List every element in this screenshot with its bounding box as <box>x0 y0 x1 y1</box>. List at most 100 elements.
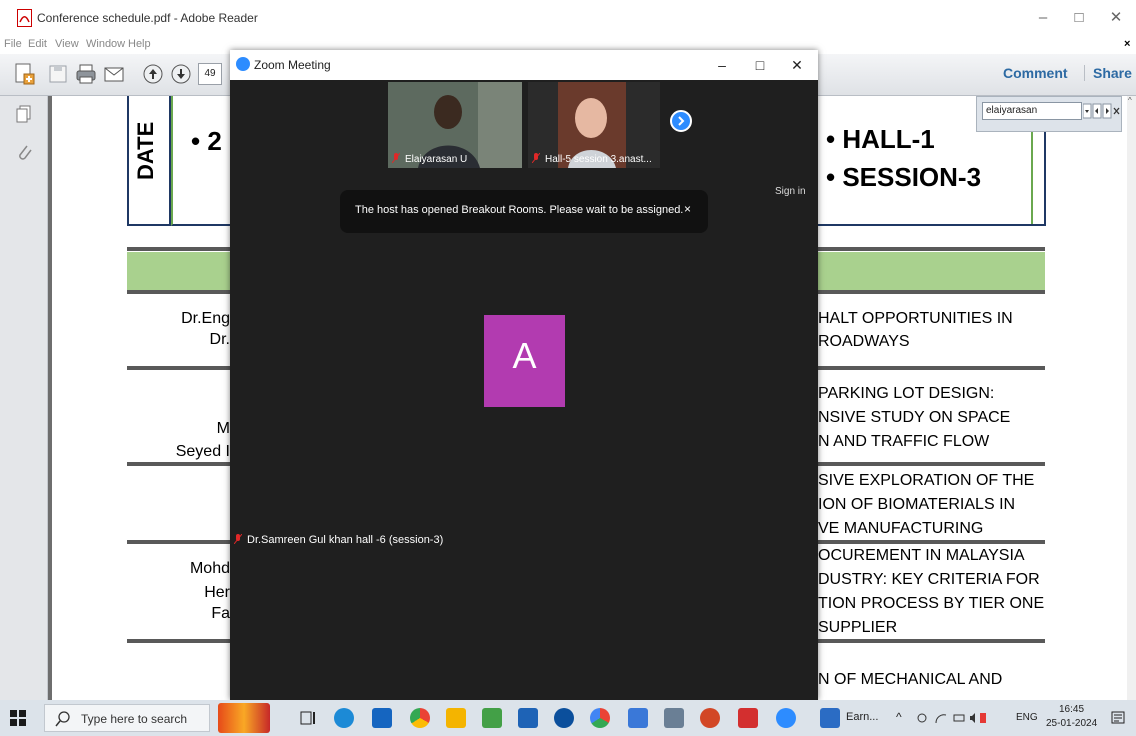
close-button[interactable]: ✕ <box>1099 6 1133 30</box>
zoom-logo-icon <box>236 57 250 71</box>
notifications-icon[interactable] <box>1110 710 1126 726</box>
menu-file[interactable]: File <box>4 38 22 50</box>
table-cell: OCUREMENT IN MALAYSIA <box>818 547 1025 564</box>
windows-start-icon[interactable] <box>8 708 28 728</box>
muted-mic-icon <box>234 534 242 544</box>
notification-close-icon[interactable]: × <box>684 202 691 216</box>
table-cell: ION OF BIOMATERIALS IN <box>818 496 1016 513</box>
menu-edit[interactable]: Edit <box>28 38 47 50</box>
paint-app-icon[interactable] <box>664 708 684 728</box>
language-indicator[interactable]: ENG <box>1016 712 1038 723</box>
menu-help[interactable]: Help <box>128 38 151 50</box>
table-cell: Seyed I <box>175 443 230 460</box>
breakout-rooms-notification: The host has opened Breakout Rooms. Plea… <box>340 190 708 233</box>
navigation-pane <box>0 96 48 700</box>
photos-app-icon[interactable] <box>628 708 648 728</box>
table-cell: SIVE EXPLORATION OF THE <box>818 472 1035 489</box>
document-app-icon[interactable] <box>820 708 840 728</box>
table-cell: Mohd <box>189 560 230 577</box>
table-cell: M <box>216 420 230 437</box>
task-view-icon[interactable] <box>298 708 318 728</box>
table-cell: ROADWAYS <box>818 333 910 350</box>
zoom-maximize-button[interactable]: □ <box>743 54 777 76</box>
mail-icon[interactable] <box>372 708 392 728</box>
file-explorer-icon[interactable] <box>446 708 466 728</box>
attachments-icon[interactable] <box>14 142 34 164</box>
search-highlight-icon[interactable] <box>218 703 270 733</box>
table-cell: NSIVE STUDY ON SPACE <box>818 409 1011 426</box>
chart-app-icon[interactable] <box>482 708 502 728</box>
participant-video[interactable]: Hall-5 session 3.anast... <box>528 82 660 168</box>
notification-text: The host has opened Breakout Rooms. Plea… <box>355 204 684 216</box>
save-icon[interactable] <box>46 62 70 86</box>
print-icon[interactable] <box>74 62 98 86</box>
table-cell: HALT OPPORTUNITIES IN <box>818 310 1013 327</box>
table-cell: Dr. <box>209 331 230 348</box>
maximize-button[interactable]: □ <box>1062 6 1096 30</box>
taskbar-window-label[interactable]: Earn... <box>846 711 878 723</box>
muted-mic-icon <box>532 153 540 163</box>
reader-titlebar: Conference schedule.pdf - Adobe Reader –… <box>0 0 1136 36</box>
menu-window[interactable]: Window <box>86 38 125 50</box>
table-cell: N AND TRAFFIC FLOW <box>818 433 990 450</box>
table-cell: Fa <box>211 605 230 622</box>
close-document-icon[interactable]: × <box>1124 38 1130 50</box>
powerpoint-icon[interactable] <box>700 708 720 728</box>
minimize-button[interactable]: – <box>1026 6 1060 30</box>
chevron-right-icon <box>678 116 685 126</box>
zoom-close-button[interactable]: ✕ <box>780 54 814 76</box>
page-thumbnails-icon[interactable] <box>14 104 34 124</box>
zoom-meeting-window: Zoom Meeting – □ ✕ Elaiyarasan U Hall-5 … <box>230 50 818 700</box>
previous-page-icon[interactable] <box>141 62 165 86</box>
browser-app-icon[interactable] <box>590 708 610 728</box>
dx-app-icon[interactable] <box>518 708 538 728</box>
zoom-titlebar: Zoom Meeting – □ ✕ <box>230 50 818 80</box>
pdf-file-icon <box>17 9 32 27</box>
table-cell: PARKING LOT DESIGN: <box>818 385 995 402</box>
participant-video[interactable]: Elaiyarasan U <box>388 82 522 168</box>
find-toolbar: elaiyarasan <box>976 96 1122 132</box>
scroll-up-icon[interactable]: ^ <box>1128 96 1135 105</box>
table-cell: Dr.Eng <box>181 310 230 327</box>
hall-label: • HALL-1 <box>826 124 935 154</box>
session-label: • SESSION-3 <box>826 162 982 192</box>
acrobat-reader-icon[interactable] <box>738 708 758 728</box>
zoom-app-icon[interactable] <box>776 708 796 728</box>
date-value: • 2 <box>191 126 222 156</box>
comment-button[interactable]: Comment <box>1003 65 1068 81</box>
taskbar-search-box[interactable]: Type here to search <box>44 704 210 732</box>
date-cell <box>171 96 231 226</box>
vertical-scrollbar[interactable]: ^ <box>1127 96 1136 700</box>
search-placeholder: Type here to search <box>81 712 188 726</box>
window-title: Conference schedule.pdf - Adobe Reader <box>37 11 258 25</box>
share-button[interactable]: Share <box>1084 65 1132 81</box>
clock-date[interactable]: 25-01-2024 <box>1046 718 1097 729</box>
sign-in-link[interactable]: Sign in <box>775 186 806 197</box>
windows-taskbar: Type here to search Earn... ^ ENG 16:45 … <box>0 700 1136 736</box>
next-page-icon[interactable] <box>169 62 193 86</box>
active-speaker-label: Dr.Samreen Gul khan hall -6 (session-3) <box>234 534 443 546</box>
next-participants-button[interactable] <box>670 110 692 132</box>
system-tray-icons[interactable] <box>916 711 988 725</box>
find-input[interactable]: elaiyarasan <box>982 102 1082 120</box>
date-label: DATE <box>133 121 158 180</box>
infinity-app-icon[interactable] <box>554 708 574 728</box>
clock-time[interactable]: 16:45 <box>1059 704 1084 715</box>
participant-name-label: Hall-5 session 3.anast... <box>545 154 652 165</box>
create-pdf-icon[interactable] <box>12 62 36 86</box>
menu-view[interactable]: View <box>55 38 79 50</box>
zoom-window-title: Zoom Meeting <box>254 58 331 72</box>
muted-mic-icon <box>392 153 400 163</box>
page-number-input[interactable]: 49 <box>198 63 222 85</box>
chrome-icon[interactable] <box>410 708 430 728</box>
find-navigation-icons[interactable] <box>1083 103 1121 119</box>
zoom-minimize-button[interactable]: – <box>705 54 739 76</box>
show-hidden-icons-icon[interactable]: ^ <box>896 710 902 724</box>
search-icon <box>55 711 70 727</box>
table-cell: TION PROCESS BY TIER ONE <box>818 595 1045 612</box>
table-cell: N OF MECHANICAL AND <box>818 671 1003 688</box>
email-icon[interactable] <box>102 62 126 86</box>
table-cell: VE MANUFACTURING <box>818 520 984 537</box>
edge-browser-icon[interactable] <box>334 708 354 728</box>
table-cell: Her <box>204 584 230 601</box>
